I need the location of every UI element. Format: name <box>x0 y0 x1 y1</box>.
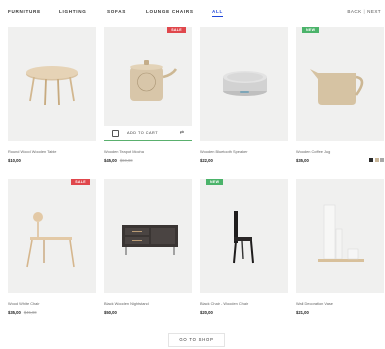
product-image[interactable]: NEW <box>296 27 384 141</box>
tab-lighting[interactable]: LIGHTING <box>59 9 87 14</box>
product-card[interactable]: SALE Wood White Chair $35,00 $45,00 <box>8 179 96 315</box>
tab-sofas[interactable]: SOFAS <box>107 9 126 14</box>
color-swatches <box>369 158 384 162</box>
product-price: $21,00 <box>296 310 384 315</box>
old-price: $60,00 <box>119 158 133 163</box>
product-card[interactable]: Black Wooden Nightstand $50,00 <box>104 179 192 315</box>
product-price: $35,00 <box>296 158 384 163</box>
speaker-image <box>223 71 267 96</box>
product-name[interactable]: Wood White Chair <box>8 301 96 306</box>
sale-badge: SALE <box>167 27 186 33</box>
go-to-shop-button[interactable]: GO TO SHOP <box>168 333 225 347</box>
product-name[interactable]: Wooden Bluetooth Speaker <box>200 149 288 154</box>
add-to-cart-button[interactable]: ADD TO CART <box>127 131 158 135</box>
compare-arrows-icon[interactable]: ⇄ <box>180 130 184 136</box>
vase-shelf-image <box>318 204 364 262</box>
product-card[interactable]: Round Wood Wooden Table $10,00 <box>8 27 96 163</box>
new-badge: NEW <box>206 179 224 185</box>
product-image[interactable] <box>104 179 192 293</box>
product-name[interactable]: Wall Decoration Vase <box>296 301 384 306</box>
product-card[interactable]: Wooden Bluetooth Speaker $22,00 <box>200 27 288 163</box>
product-card[interactable]: NEW Black Chair - Wooden Chair $20,00 <box>200 179 288 315</box>
round-table-image <box>26 66 78 106</box>
product-image[interactable]: SALE ADD TO CART ⇄ <box>104 27 192 141</box>
black-chair-image <box>233 211 254 264</box>
old-price: $45,00 <box>23 310 37 315</box>
current-price: $10,00 <box>8 158 21 163</box>
product-image[interactable]: NEW <box>200 179 288 293</box>
current-price: $35,00 <box>8 310 21 315</box>
product-price: $22,00 <box>200 158 288 163</box>
current-price: $50,00 <box>104 310 117 315</box>
product-image[interactable]: SALE <box>8 179 96 293</box>
product-price: $20,00 <box>200 310 288 315</box>
pager: BACK | NEXT <box>347 9 381 14</box>
product-name[interactable]: Round Wood Wooden Table <box>8 149 96 154</box>
shopping-bag-icon[interactable] <box>112 129 119 137</box>
product-card[interactable]: Wall Decoration Vase $21,00 <box>296 179 384 315</box>
sideboard-image <box>122 225 178 255</box>
product-name[interactable]: Wooden Teapot Mocha <box>104 149 192 154</box>
teapot-image <box>130 60 178 101</box>
product-image[interactable] <box>8 27 96 141</box>
current-price: $21,00 <box>296 310 309 315</box>
tab-lounge-chairs[interactable]: LOUNGE CHAIRS <box>146 9 194 14</box>
product-price: $50,00 <box>104 310 192 315</box>
product-name[interactable]: Black Wooden Nightstand <box>104 301 192 306</box>
current-price: $22,00 <box>200 158 213 163</box>
current-price: $45,00 <box>104 158 117 163</box>
new-badge: NEW <box>302 27 320 33</box>
add-to-cart-bar[interactable]: ADD TO CART ⇄ <box>104 126 192 141</box>
swatch-beige[interactable] <box>374 158 379 162</box>
sale-badge: SALE <box>71 179 90 185</box>
round-chair-image <box>26 212 75 268</box>
product-price: $35,00 $45,00 <box>8 310 96 315</box>
product-name[interactable]: Black Chair - Wooden Chair <box>200 301 288 306</box>
product-image[interactable] <box>200 27 288 141</box>
swatch-grey[interactable] <box>380 158 384 162</box>
current-price: $20,00 <box>200 310 213 315</box>
product-price: $10,00 <box>8 158 96 163</box>
product-card[interactable]: SALE ADD TO CART ⇄ Wooden Teapot Mocha $… <box>104 27 192 163</box>
back-link[interactable]: BACK <box>347 9 361 14</box>
product-image[interactable] <box>296 179 384 293</box>
filter-nav: FURNITURE LIGHTING SOFAS LOUNGE CHAIRS A… <box>8 9 381 19</box>
pager-separator: | <box>363 9 366 14</box>
product-price: $45,00 $60,00 <box>104 158 192 163</box>
current-price: $35,00 <box>296 158 309 163</box>
product-card[interactable]: NEW Wooden Coffee Jug $35,00 <box>296 27 384 163</box>
product-name[interactable]: Wooden Coffee Jug <box>296 149 384 154</box>
tab-all[interactable]: ALL <box>212 9 224 17</box>
jug-image <box>310 69 364 105</box>
tab-furniture[interactable]: FURNITURE <box>8 9 41 14</box>
swatch-dark[interactable] <box>369 158 373 162</box>
next-link[interactable]: NEXT <box>367 9 381 14</box>
